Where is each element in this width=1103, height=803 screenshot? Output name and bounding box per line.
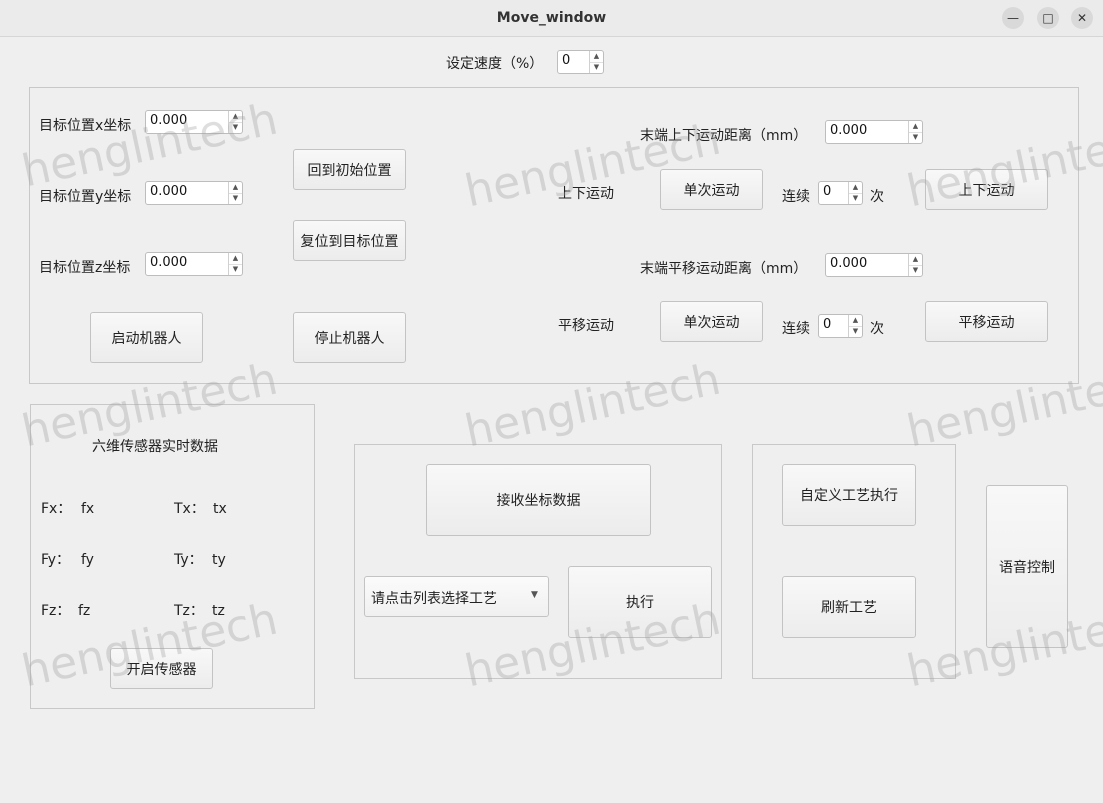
target-y-spinbox[interactable]: 0.000 ▲ ▼ [145, 181, 243, 205]
fz-label: Fz： [41, 603, 71, 619]
open-sensor-button[interactable]: 开启传感器 [110, 648, 213, 689]
vertical-distance-up-icon[interactable]: ▲ [909, 121, 922, 132]
fy-value: fy [81, 552, 94, 568]
minimize-icon[interactable]: — [1002, 7, 1024, 29]
target-y-value[interactable]: 0.000 [150, 184, 187, 199]
speed-value[interactable]: 0 [562, 53, 570, 68]
stop-robot-button[interactable]: 停止机器人 [293, 312, 406, 363]
translate-count-spinbox[interactable]: 0 ▲ ▼ [818, 314, 863, 338]
receive-coordinates-button[interactable]: 接收坐标数据 [426, 464, 651, 536]
translate-distance-value[interactable]: 0.000 [830, 256, 867, 271]
translate-distance-label: 末端平移运动距离（mm） [640, 261, 808, 277]
vertical-count-up-icon[interactable]: ▲ [849, 182, 862, 193]
speed-label: 设定速度（%） [446, 56, 544, 72]
target-x-down-icon[interactable]: ▼ [229, 121, 242, 134]
translate-times-label: 次 [870, 321, 884, 337]
target-x-label: 目标位置x坐标 [39, 118, 132, 134]
target-x-value[interactable]: 0.000 [150, 113, 187, 128]
ty-value: ty [212, 552, 226, 568]
target-y-label: 目标位置y坐标 [39, 189, 132, 205]
start-robot-button[interactable]: 启动机器人 [90, 312, 203, 363]
tz-label: Tz： [174, 603, 204, 619]
vertical-single-button[interactable]: 单次运动 [660, 169, 763, 210]
translate-count-up-icon[interactable]: ▲ [849, 315, 862, 326]
target-y-up-icon[interactable]: ▲ [229, 182, 242, 193]
ty-label: Ty： [174, 552, 203, 568]
custom-process-button[interactable]: 自定义工艺执行 [782, 464, 916, 526]
chevron-down-icon[interactable]: ▼ [531, 590, 538, 600]
translate-single-button[interactable]: 单次运动 [660, 301, 763, 342]
maximize-icon[interactable]: □ [1037, 7, 1059, 29]
vertical-count-value[interactable]: 0 [823, 184, 831, 199]
process-select[interactable]: 请点击列表选择工艺 ▼ [364, 576, 549, 617]
vertical-motion-button[interactable]: 上下运动 [925, 169, 1048, 210]
fx-label: Fx： [41, 501, 72, 517]
speed-down-icon[interactable]: ▼ [590, 61, 603, 74]
translate-distance-spinbox[interactable]: 0.000 ▲ ▼ [825, 253, 923, 277]
vertical-motion-label: 上下运动 [558, 186, 614, 202]
vertical-distance-spinbox[interactable]: 0.000 ▲ ▼ [825, 120, 923, 144]
target-z-label: 目标位置z坐标 [39, 260, 131, 276]
speed-up-icon[interactable]: ▲ [590, 51, 603, 62]
close-icon[interactable]: ✕ [1071, 7, 1093, 29]
target-z-value[interactable]: 0.000 [150, 255, 187, 270]
fx-value: fx [81, 501, 95, 517]
translate-distance-down-icon[interactable]: ▼ [909, 264, 922, 277]
refresh-process-button[interactable]: 刷新工艺 [782, 576, 916, 638]
tx-label: Tx： [174, 501, 205, 517]
target-x-up-icon[interactable]: ▲ [229, 111, 242, 122]
translate-count-value[interactable]: 0 [823, 317, 831, 332]
tx-value: tx [213, 501, 227, 517]
vertical-distance-down-icon[interactable]: ▼ [909, 131, 922, 144]
target-z-up-icon[interactable]: ▲ [229, 253, 242, 264]
window-title: Move_window [496, 10, 607, 26]
sensor-title: 六维传感器实时数据 [92, 439, 218, 455]
voice-control-button[interactable]: 语音控制 [986, 485, 1068, 648]
vertical-times-label: 次 [870, 189, 884, 205]
vertical-distance-value[interactable]: 0.000 [830, 123, 867, 138]
translate-motion-label: 平移运动 [558, 318, 614, 334]
fy-label: Fy： [41, 552, 71, 568]
reset-to-target-button[interactable]: 复位到目标位置 [293, 220, 406, 261]
execute-button[interactable]: 执行 [568, 566, 712, 638]
vertical-distance-label: 末端上下运动距离（mm） [640, 128, 808, 144]
translate-count-down-icon[interactable]: ▼ [849, 325, 862, 338]
translate-distance-up-icon[interactable]: ▲ [909, 254, 922, 265]
translate-continuous-label: 连续 [782, 321, 810, 337]
translate-motion-button[interactable]: 平移运动 [925, 301, 1048, 342]
target-x-spinbox[interactable]: 0.000 ▲ ▼ [145, 110, 243, 134]
vertical-continuous-label: 连续 [782, 189, 810, 205]
vertical-count-down-icon[interactable]: ▼ [849, 192, 862, 205]
fz-value: fz [78, 603, 91, 619]
target-z-spinbox[interactable]: 0.000 ▲ ▼ [145, 252, 243, 276]
tz-value: tz [212, 603, 225, 619]
target-z-down-icon[interactable]: ▼ [229, 263, 242, 276]
target-y-down-icon[interactable]: ▼ [229, 192, 242, 205]
process-select-value: 请点击列表选择工艺 [371, 591, 497, 607]
speed-spinbox[interactable]: 0 ▲ ▼ [557, 50, 604, 74]
home-button[interactable]: 回到初始位置 [293, 149, 406, 190]
vertical-count-spinbox[interactable]: 0 ▲ ▼ [818, 181, 863, 205]
